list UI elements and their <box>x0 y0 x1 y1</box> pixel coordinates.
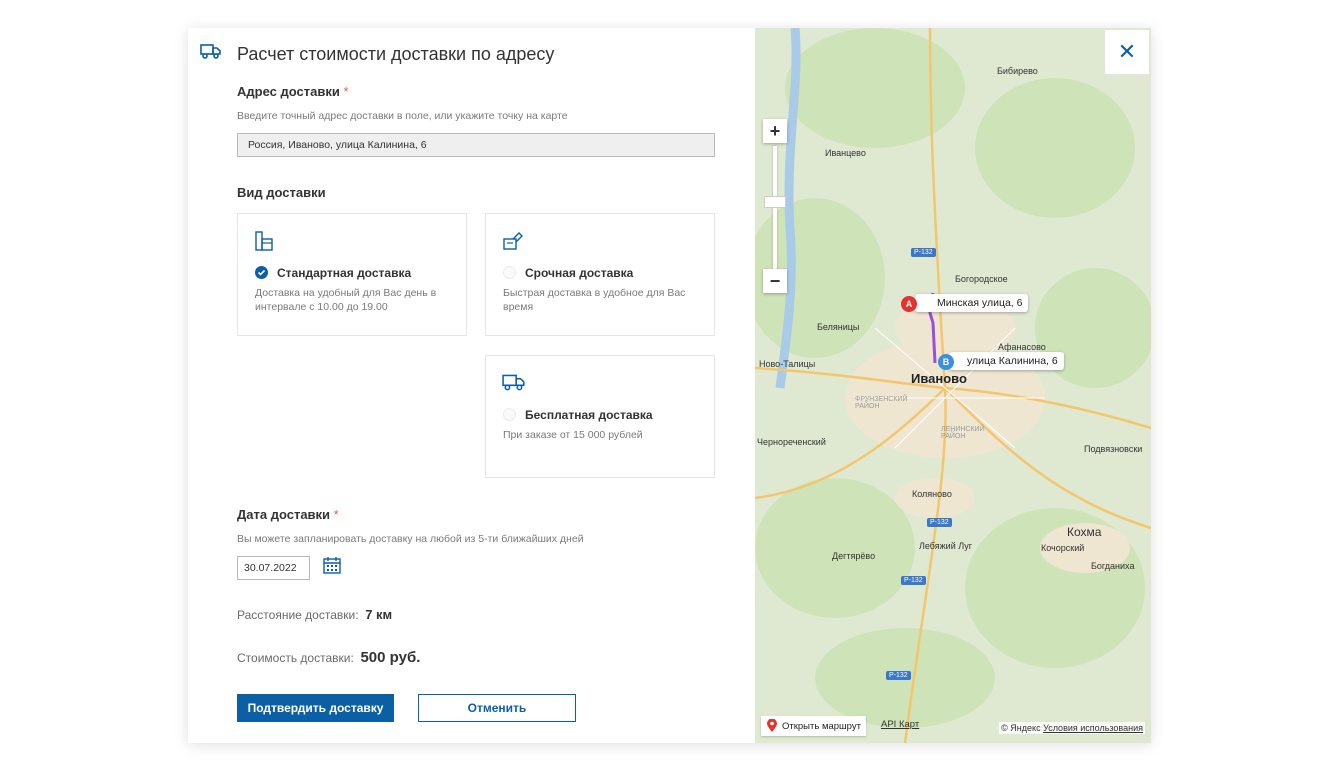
date-input[interactable]: 30.07.2022 <box>237 556 310 580</box>
option-title: Бесплатная доставка <box>525 408 653 422</box>
calendar-icon[interactable] <box>322 555 342 575</box>
point-b-marker[interactable]: B <box>938 354 954 370</box>
road-sign: Р-132 <box>886 671 911 680</box>
point-b-label[interactable]: улица Калинина, 6 <box>949 352 1064 370</box>
radio-free[interactable] <box>503 408 516 421</box>
place-label: Дегтярёво <box>832 551 876 561</box>
cancel-button[interactable]: Отменить <box>418 694 576 722</box>
option-desc: При заказе от 15 000 рублей <box>503 429 643 441</box>
place-label: Кохма <box>1067 525 1102 539</box>
zoom-handle[interactable] <box>764 196 786 208</box>
option-desc: Доставка на удобный для Вас день в интер… <box>255 287 437 313</box>
delivery-modal: Расчет стоимости доставки по адресу Адре… <box>188 28 1151 743</box>
confirm-button[interactable]: Подтвердить доставку <box>237 694 394 722</box>
city-label: Иваново <box>911 371 967 386</box>
place-label: Бибирево <box>997 66 1038 76</box>
date-hint: Вы можете запланировать доставку на любо… <box>237 533 584 545</box>
road-sign: Р-132 <box>911 248 936 257</box>
place-label: Иванцево <box>825 148 866 158</box>
place-label: Кочорский <box>1041 543 1085 553</box>
delivery-form: Расчет стоимости доставки по адресу Адре… <box>188 28 755 743</box>
map[interactable]: ✕ + − Бибирево Иванцево Богородское Беля… <box>755 28 1151 743</box>
place-label: Коляново <box>912 489 952 499</box>
distance-value: 7 км <box>365 607 393 622</box>
zoom-out-button[interactable]: − <box>763 269 787 293</box>
address-hint: Введите точный адрес доставки в поле, ил… <box>237 110 568 122</box>
delivery-type-label: Вид доставки <box>237 185 326 200</box>
delivery-option-standard[interactable]: Стандартная доставка Доставка на удобный… <box>237 213 467 336</box>
place-label: Подвязновски <box>1084 444 1143 454</box>
date-label: Дата доставки * <box>237 507 339 522</box>
close-button[interactable]: ✕ <box>1105 30 1149 74</box>
district-label: ЛЕНИНСКИЙ РАЙОН <box>941 426 985 440</box>
truck-icon <box>200 44 221 59</box>
place-label: Беляницы <box>817 322 860 332</box>
place-label: Богданиха <box>1091 561 1135 571</box>
terms-link[interactable]: Условия использования <box>1043 723 1143 733</box>
place-label: Чернореченский <box>757 437 826 447</box>
option-title: Срочная доставка <box>525 266 634 280</box>
distance-row: Расстояние доставки: 7 км <box>237 607 393 622</box>
radio-standard[interactable] <box>255 266 268 279</box>
option-desc: Быстрая доставка в удобное для Вас время <box>503 287 686 313</box>
page-title: Расчет стоимости доставки по адресу <box>237 44 555 64</box>
address-input[interactable]: Россия, Иваново, улица Калинина, 6 <box>237 133 715 157</box>
option-title: Стандартная доставка <box>277 266 412 280</box>
district-label: ФРУНЗЕНСКИЙ РАЙОН <box>855 396 908 410</box>
cost-row: Стоимость доставки: 500 руб. <box>237 649 421 666</box>
box-pour-icon <box>503 232 523 250</box>
radio-urgent[interactable] <box>503 266 516 279</box>
map-copyright: © Яндекс Условия использования <box>999 722 1145 734</box>
place-label: Богородское <box>955 274 1008 284</box>
delivery-option-free[interactable]: Бесплатная доставка При заказе от 15 000… <box>485 355 715 478</box>
point-a-marker[interactable]: A <box>901 296 917 312</box>
truck-icon <box>502 374 525 391</box>
building-box-icon <box>255 231 273 251</box>
delivery-option-urgent[interactable]: Срочная доставка Быстрая доставка в удоб… <box>485 213 715 336</box>
api-link[interactable]: API Карт <box>881 719 919 730</box>
address-label: Адрес доставки * <box>237 84 349 99</box>
open-route-button[interactable]: Открыть маршрут <box>761 716 866 736</box>
road-sign: Р-132 <box>901 576 926 585</box>
place-label: Лебяжий Луг <box>919 541 973 551</box>
zoom-slider[interactable] <box>773 146 777 280</box>
road-sign: Р-132 <box>927 518 952 527</box>
header <box>200 42 222 60</box>
place-label: Ново-Талицы <box>759 359 816 369</box>
location-pin-icon <box>767 719 777 732</box>
point-a-label[interactable]: Минская улица, 6 <box>915 294 1029 312</box>
zoom-in-button[interactable]: + <box>763 119 787 143</box>
cost-value: 500 руб. <box>360 649 421 666</box>
place-label: Афанасово <box>998 342 1046 352</box>
